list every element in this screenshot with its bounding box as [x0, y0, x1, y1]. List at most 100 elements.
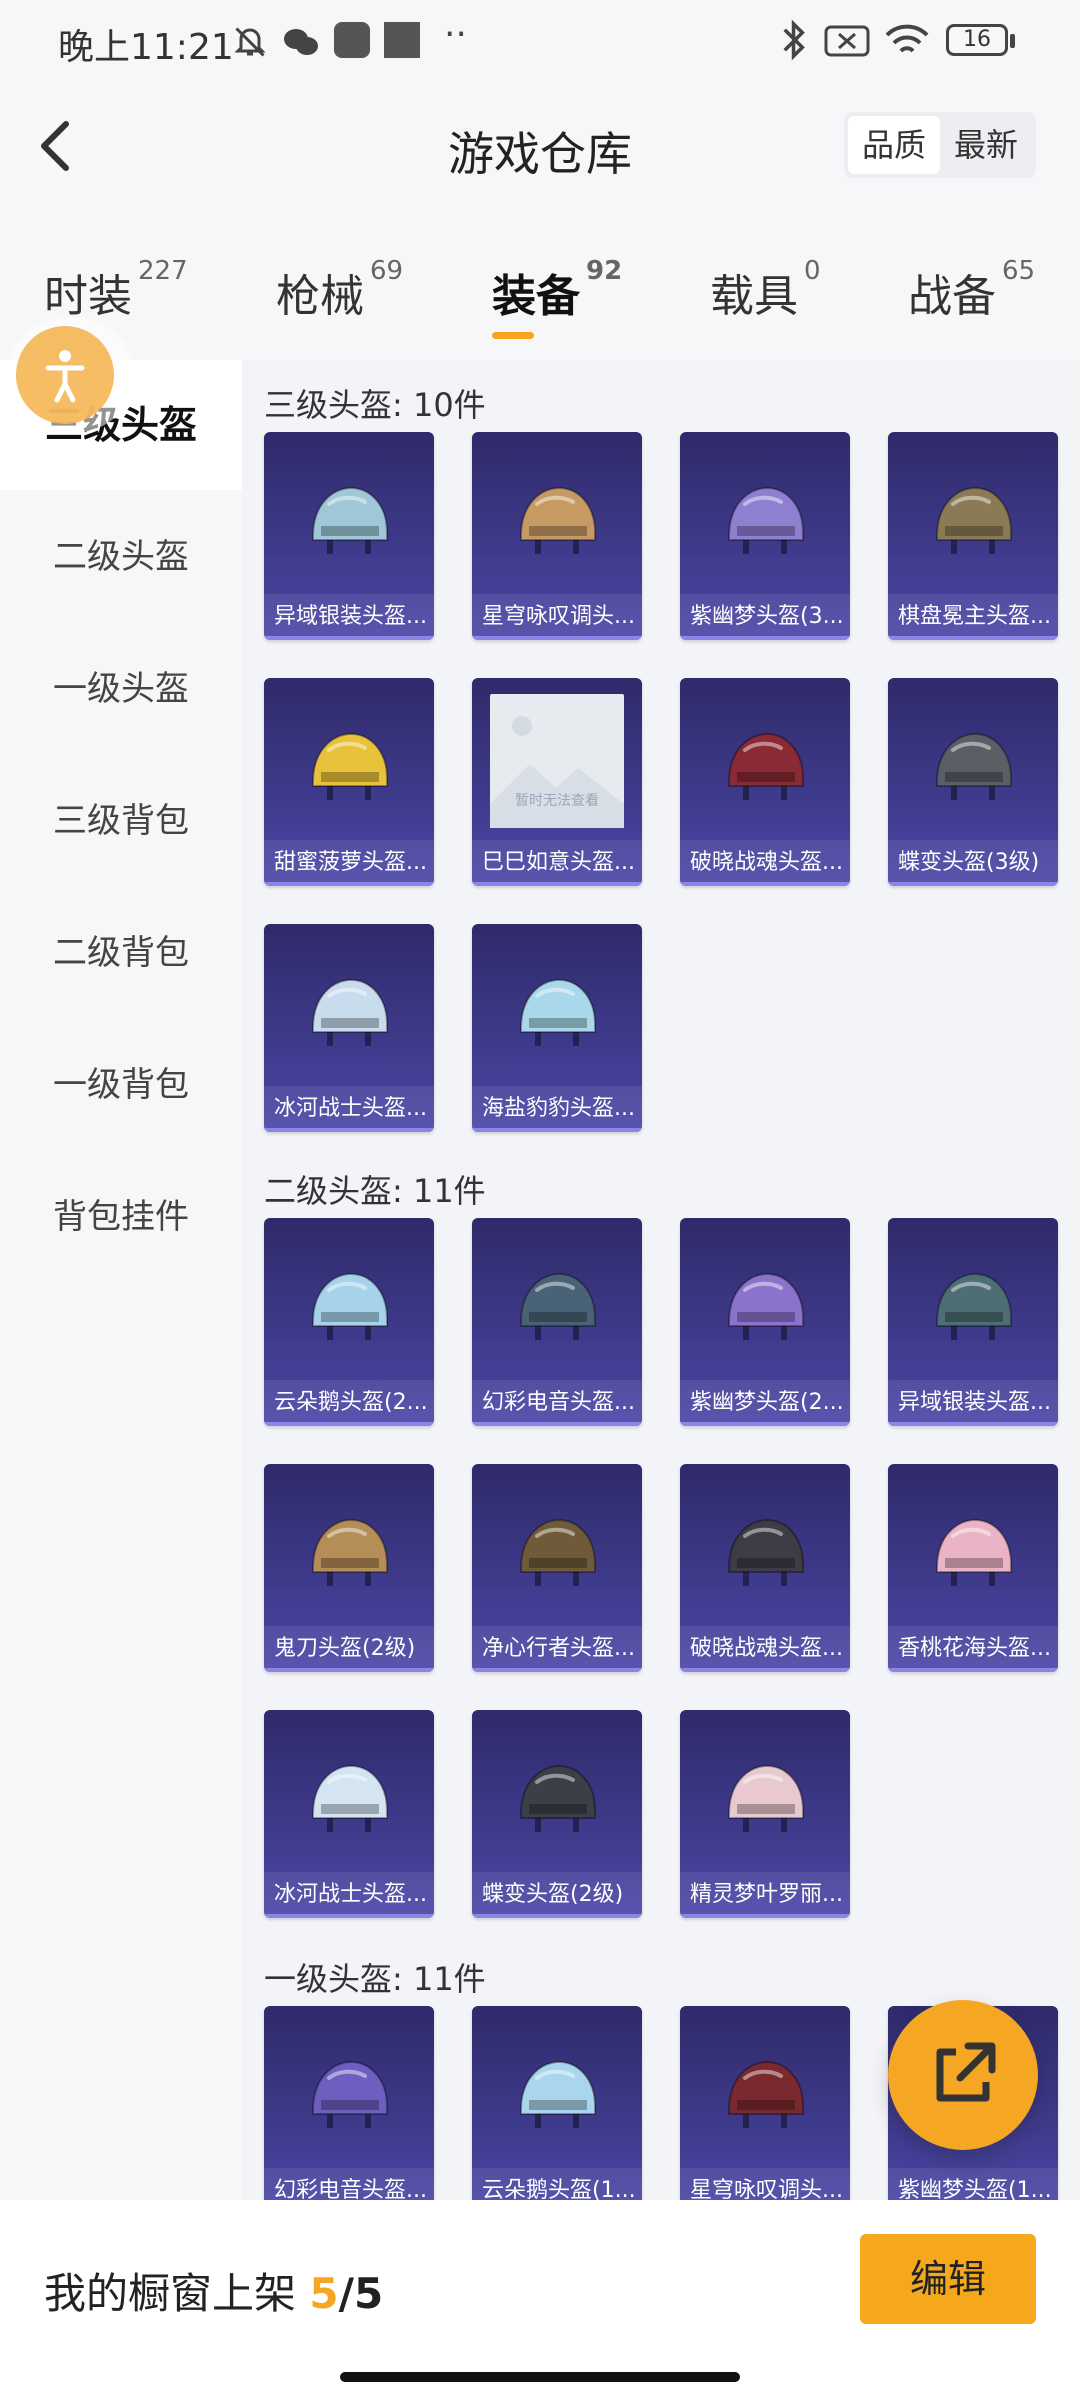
helmet-icon [299, 1506, 399, 1606]
sidebar-item-level1-backpack[interactable]: 一级背包 [0, 1020, 242, 1150]
section-title-level2: 二级头盔: 11件 [264, 1172, 486, 1210]
helmet-icon [507, 1506, 607, 1606]
item-card[interactable]: 冰河战士头盔... [264, 1710, 434, 1918]
helmet-shape [728, 2060, 804, 2128]
item-name: 紫幽梦头盔(1... [888, 2168, 1058, 2200]
quality-bar [680, 882, 850, 886]
item-card[interactable]: 星穹咏叹调头... [472, 432, 642, 640]
showcase-count-separator: / [338, 2269, 354, 2318]
item-card[interactable]: 紫幽梦头盔(3... [680, 432, 850, 640]
quality-bar [472, 1422, 642, 1426]
tab-vehicles[interactable]: 载具 0 [710, 256, 821, 324]
accessibility-icon[interactable] [16, 326, 114, 424]
sidebar-item-level1-helmet[interactable]: 一级头盔 [0, 624, 242, 754]
tab-count: 227 [138, 256, 188, 286]
item-name: 冰河战士头盔... [264, 1872, 434, 1918]
helmet-shape [936, 732, 1012, 800]
item-card[interactable]: 异域银装头盔... [264, 432, 434, 640]
more-notifications-icon: ·· [444, 14, 467, 55]
quality-bar [680, 1914, 850, 1918]
helmet-shape [728, 1764, 804, 1832]
helmet-icon [299, 474, 399, 574]
active-tab-indicator [492, 332, 534, 339]
helmet-icon [507, 474, 607, 574]
item-card[interactable]: 云朵鹅头盔(1... [472, 2006, 642, 2200]
helmet-icon [299, 720, 399, 820]
quality-bar [472, 882, 642, 886]
quality-bar [888, 1668, 1058, 1672]
item-card[interactable]: 鬼刀头盔(2级) [264, 1464, 434, 1672]
quality-bar [888, 636, 1058, 640]
item-card[interactable]: 蝶变头盔(3级) [888, 678, 1058, 886]
item-card[interactable]: 紫幽梦头盔(2... [680, 1218, 850, 1426]
home-indicator[interactable] [340, 2372, 740, 2382]
sidebar-item-backpack-pendant[interactable]: 背包挂件 [0, 1152, 242, 1282]
item-name: 香桃花海头盔... [888, 1626, 1058, 1672]
quality-bar [472, 1914, 642, 1918]
quality-bar [264, 1914, 434, 1918]
item-card[interactable]: 甜蜜菠萝头盔... [264, 678, 434, 886]
item-card[interactable]: 星穹咏叹调头... [680, 2006, 850, 2200]
sidebar-item-level2-helmet[interactable]: 二级头盔 [0, 492, 242, 622]
helmet-icon [507, 2048, 607, 2148]
item-name: 鬼刀头盔(2级) [264, 1626, 434, 1672]
accessibility-figure [45, 350, 85, 403]
battery-level: 16 [963, 27, 991, 52]
item-name: 云朵鹅头盔(2... [264, 1380, 434, 1426]
item-card[interactable]: 幻彩电音头盔... [472, 1218, 642, 1426]
quality-bar [264, 1668, 434, 1672]
item-name: 净心行者头盔... [472, 1626, 642, 1672]
item-card[interactable]: 云朵鹅头盔(2... [264, 1218, 434, 1426]
sidebar-item-level3-backpack[interactable]: 三级背包 [0, 756, 242, 886]
quality-bar [264, 882, 434, 886]
quality-bar [680, 1668, 850, 1672]
sidebar-item-level2-backpack[interactable]: 二级背包 [0, 888, 242, 1018]
sidebar: 三级头盔 二级头盔 一级头盔 三级背包 二级背包 一级背包 背包挂件 [0, 360, 242, 2200]
quality-bar [472, 1128, 642, 1132]
item-name: 幻彩电音头盔... [264, 2168, 434, 2200]
tab-count: 69 [370, 256, 404, 286]
helmet-icon [923, 1260, 1023, 1360]
helmet-icon [715, 1506, 815, 1606]
item-grid-area: 三级头盔: 10件 二级头盔: 11件 一级头盔: 11件 异域银装头盔... 星… [242, 360, 1080, 2200]
helmet-shape [728, 486, 804, 554]
showcase-label: 我的橱窗上架 [44, 2269, 297, 2318]
tab-label: 时装 [44, 271, 132, 322]
item-name: 蝶变头盔(2级) [472, 1872, 642, 1918]
item-card[interactable]: 冰河战士头盔... [264, 924, 434, 1132]
item-name: 蝶变头盔(3级) [888, 840, 1058, 886]
item-card[interactable]: 净心行者头盔... [472, 1464, 642, 1672]
status-time: 晚上11:21 [58, 27, 234, 68]
tab-label: 装备 [492, 271, 580, 322]
tab-count: 92 [586, 256, 623, 286]
tab-equipment[interactable]: 装备 92 [492, 256, 622, 324]
status-bar: 晚上11:21 ·· 16 [0, 0, 1080, 80]
tab-supplies[interactable]: 战备 65 [908, 256, 1035, 324]
item-card[interactable]: 蝶变头盔(2级) [472, 1710, 642, 1918]
quality-bar [680, 636, 850, 640]
sort-newest-option[interactable]: 最新 [940, 116, 1032, 174]
edit-button[interactable]: 编辑 [860, 2234, 1036, 2324]
category-tabs: 时装 227 枪械 69 装备 92 载具 0 战备 65 [0, 210, 1080, 360]
item-card[interactable]: 破晓战魂头盔... [680, 678, 850, 886]
item-card[interactable]: 香桃花海头盔... [888, 1464, 1058, 1672]
tab-firearms[interactable]: 枪械 69 [276, 256, 403, 324]
sort-quality-option[interactable]: 品质 [848, 116, 940, 174]
item-card[interactable]: 精灵梦叶罗丽... [680, 1710, 850, 1918]
share-button[interactable] [888, 2000, 1038, 2150]
item-card[interactable]: 幻彩电音头盔... [264, 2006, 434, 2200]
helmet-icon [507, 1752, 607, 1852]
helmet-icon [923, 474, 1023, 574]
item-card[interactable]: 海盐豹豹头盔... [472, 924, 642, 1132]
item-card[interactable]: 异域银装头盔... [888, 1218, 1058, 1426]
item-name: 紫幽梦头盔(2... [680, 1380, 850, 1426]
placeholder-text: 暂时无法查看 [515, 793, 599, 809]
helmet-icon [299, 2048, 399, 2148]
quality-bar [472, 1668, 642, 1672]
item-card[interactable]: 棋盘冕主头盔... [888, 432, 1058, 640]
tab-fashion[interactable]: 时装 227 [44, 256, 188, 324]
item-name: 破晓战魂头盔... [680, 1626, 850, 1672]
item-name: 巳巳如意头盔... [472, 840, 642, 886]
item-card[interactable]: 暂时无法查看巳巳如意头盔... [472, 678, 642, 886]
item-card[interactable]: 破晓战魂头盔... [680, 1464, 850, 1672]
